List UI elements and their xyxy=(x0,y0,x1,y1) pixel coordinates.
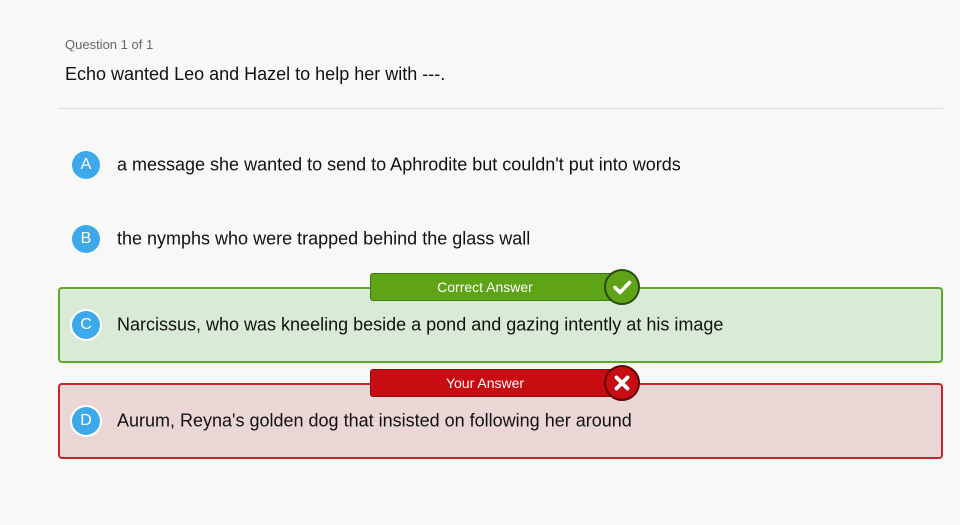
correct-answer-label: Correct Answer xyxy=(370,273,626,301)
your-answer-label: Your Answer xyxy=(370,369,626,397)
option-text: a message she wanted to send to Aphrodit… xyxy=(117,154,681,175)
option-letter-badge: A xyxy=(72,151,100,179)
question-counter: Question 1 of 1 xyxy=(65,37,154,52)
option-a[interactable]: A a message she wanted to send to Aphrod… xyxy=(58,127,943,203)
quiz-review-page: Question 1 of 1 Echo wanted Leo and Haze… xyxy=(0,0,960,525)
option-text: Aurum, Reyna's golden dog that insisted … xyxy=(117,410,632,431)
x-icon xyxy=(604,365,640,401)
divider xyxy=(58,108,943,109)
option-letter-badge: D xyxy=(72,407,100,435)
option-letter-badge: C xyxy=(72,311,100,339)
question-text: Echo wanted Leo and Hazel to help her wi… xyxy=(65,64,446,84)
option-letter-badge: B xyxy=(72,225,100,253)
check-icon xyxy=(604,269,640,305)
option-b[interactable]: B the nymphs who were trapped behind the… xyxy=(58,201,943,277)
option-text: Narcissus, who was kneeling beside a pon… xyxy=(117,314,724,335)
option-text: the nymphs who were trapped behind the g… xyxy=(117,228,531,249)
